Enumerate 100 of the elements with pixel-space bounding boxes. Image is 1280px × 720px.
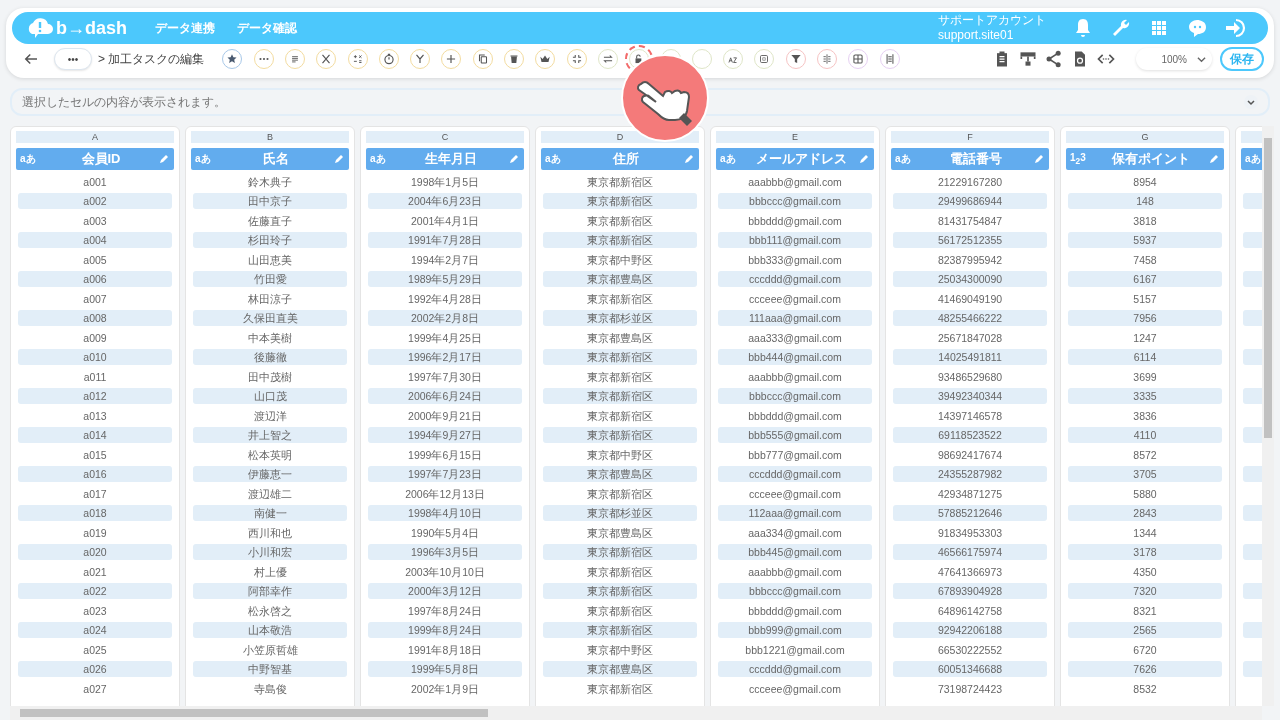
tool-button[interactable]	[472, 49, 493, 69]
tool-button[interactable]	[347, 49, 368, 69]
table-cell-text: 1997年8月24日	[407, 603, 483, 619]
table-cell: bbbccc@gmail.com	[718, 583, 872, 599]
tool-button[interactable]	[284, 49, 305, 69]
table-cell: 東京都豊島区	[543, 466, 697, 482]
table-cell: 竹田愛	[193, 271, 347, 287]
type-label: aあ	[370, 152, 387, 166]
tool-button[interactable]	[504, 49, 524, 69]
table-cell-text: 2006年12月13日	[404, 486, 486, 502]
stopwatch-icon	[381, 52, 396, 66]
pencil-icon[interactable]	[683, 153, 695, 165]
tool-button[interactable]	[222, 49, 243, 69]
table-cell-text: 松本英明	[247, 447, 293, 463]
table-cell-text: 5880	[1132, 486, 1158, 502]
vertical-scrollbar[interactable]	[1262, 126, 1274, 706]
pencil-icon[interactable]	[1208, 153, 1220, 165]
tool-button[interactable]	[535, 49, 556, 69]
tool-button[interactable]	[378, 49, 399, 69]
table-cell: 中野智基	[193, 661, 347, 677]
table-cell: 東京都豊島区	[543, 271, 697, 287]
table-cell-text: 98692417674	[936, 447, 1004, 463]
pencil-icon[interactable]	[858, 153, 870, 165]
table-cell-text: 山田恵美	[247, 252, 293, 268]
table-cell: 57885212646	[893, 505, 1047, 521]
table-cell: bbb555@gmail.com	[718, 427, 872, 443]
table-cell: 92942206188	[893, 622, 1047, 638]
table-cell-text: 8532	[1132, 681, 1158, 697]
table-cell-text: 東京都中野区	[586, 252, 654, 268]
table-cell: 田中京子	[193, 193, 347, 209]
save-button[interactable]: 保存	[1220, 47, 1264, 71]
table-cell: a008	[18, 310, 172, 326]
type-label: aあ	[895, 152, 912, 166]
tool-button[interactable]	[566, 49, 587, 69]
more-button[interactable]: •••	[54, 48, 92, 70]
table-cell-text: 中本美樹	[247, 330, 293, 346]
table-cell: 29499686944	[893, 193, 1047, 209]
type-label: aあ	[545, 152, 562, 166]
nav-link[interactable]: データ確認	[237, 19, 297, 37]
tool-button[interactable]	[723, 49, 744, 69]
table-cell-text: 佐藤直子	[247, 213, 293, 229]
table-cell-text: 8572	[1132, 447, 1158, 463]
table-cell-text: 14397146578	[936, 408, 1004, 424]
table-cell: 6167	[1068, 271, 1222, 287]
tool-button[interactable]	[785, 49, 806, 69]
table-cell-text: 1991年8月18日	[407, 642, 483, 658]
table-cell: 3335	[1068, 388, 1222, 404]
table-cell-text: 東京都新宿区	[586, 603, 654, 619]
table-cell-text: 64896142758	[936, 603, 1004, 619]
pencil-icon[interactable]	[508, 153, 520, 165]
tool-button[interactable]	[316, 49, 337, 69]
column-name: 会員ID	[80, 150, 122, 168]
table-cell: 南健一	[193, 505, 347, 521]
column-letter: A	[16, 131, 174, 143]
table-cell: bbb445@gmail.com	[718, 544, 872, 560]
column-letter: G	[1066, 131, 1224, 143]
tool-button[interactable]	[754, 49, 775, 69]
table-cell-text: 2001年4月1日	[409, 213, 480, 229]
table-cell-text: 田中茂樹	[247, 369, 293, 385]
table-cell-text: 81431754847	[936, 213, 1004, 229]
table-cell-text: 41469049190	[936, 291, 1004, 307]
logout-icon[interactable]	[1223, 16, 1247, 40]
zoom-select[interactable]: 100%	[1136, 48, 1212, 70]
hierarchy-icon[interactable]	[1018, 49, 1038, 69]
table-cell-text: 8954	[1132, 174, 1158, 190]
table-cell: 25034300090	[893, 271, 1047, 287]
table-cell: 杉田玲子	[193, 232, 347, 248]
table-cell: 67893904928	[893, 583, 1047, 599]
table-cell-text: ccceee@gmail.com	[748, 486, 842, 502]
tool-button[interactable]	[597, 49, 618, 69]
table-cell-text: 1344	[1132, 525, 1158, 541]
table-cell: 井上智之	[193, 427, 347, 443]
table-cell-text: 鈴木典子	[247, 174, 293, 190]
table-cell-text: 東京都新宿区	[586, 291, 654, 307]
table-cell: 48255466222	[893, 310, 1047, 326]
table-cell: a016	[18, 466, 172, 482]
pencil-icon[interactable]	[333, 153, 345, 165]
swap-arrows-icon	[600, 52, 615, 66]
share-icon[interactable]	[1044, 49, 1064, 69]
table-cell: 1996年2月17日	[368, 349, 522, 365]
table-cell: 2565	[1068, 622, 1222, 638]
table-cell: 東京都新宿区	[543, 544, 697, 560]
column-name: 住所	[611, 150, 640, 168]
nav-link[interactable]: データ連携	[155, 19, 215, 37]
cell-content-field[interactable]: 選択したセルの内容が表示されます。	[10, 88, 1270, 116]
pencil-icon[interactable]	[158, 153, 170, 165]
table-cell: 6114	[1068, 349, 1222, 365]
tool-button[interactable]	[410, 49, 431, 69]
table-cell-text: a013	[82, 408, 108, 424]
table-cell-text: a019	[82, 525, 108, 541]
table-cell: 東京都杉並区	[543, 505, 697, 521]
table-cell-text: ccceee@gmail.com	[748, 291, 842, 307]
table-cell: 39492340344	[893, 388, 1047, 404]
tool-button[interactable]	[848, 49, 869, 69]
column-letter: B	[191, 131, 349, 143]
type-label: 1$_{2}$3	[1070, 152, 1087, 166]
horizontal-scrollbar[interactable]	[10, 706, 1262, 720]
table-cell: 東京都杉並区	[543, 310, 697, 326]
table-cell-text: 東京都豊島区	[586, 525, 654, 541]
pencil-icon[interactable]	[1033, 153, 1045, 165]
